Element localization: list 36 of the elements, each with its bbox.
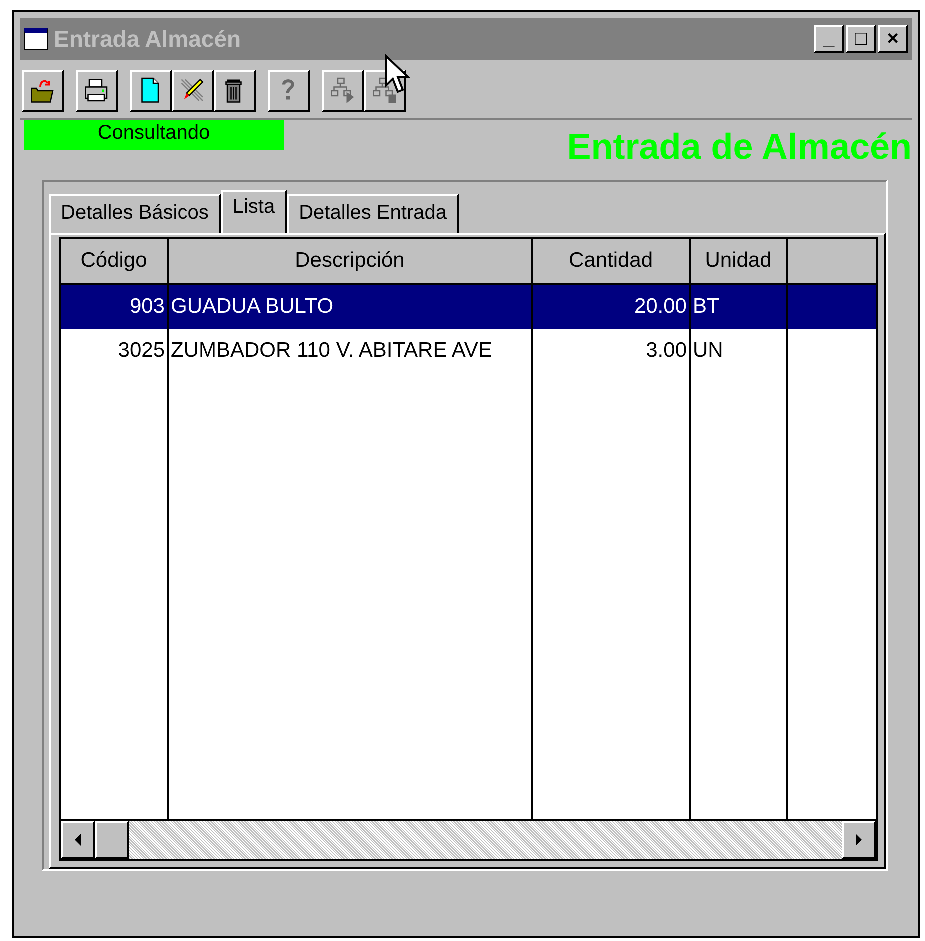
scroll-thumb[interactable] xyxy=(95,821,129,859)
scroll-left-button[interactable] xyxy=(61,821,95,859)
table-cell: 3.00 xyxy=(533,329,691,373)
table-cell: 903 xyxy=(61,285,169,329)
column-header[interactable]: Código xyxy=(61,239,169,285)
table-cell: ZUMBADOR 110 V. ABITARE AVE xyxy=(169,329,533,373)
table-cell: 20.00 xyxy=(533,285,691,329)
toolbar-button[interactable] xyxy=(172,70,214,112)
scroll-right-button[interactable] xyxy=(842,821,876,859)
minimize-button[interactable]: _ xyxy=(814,25,844,53)
table-cell: 3025 xyxy=(61,329,169,373)
toolbar-button[interactable] xyxy=(214,70,256,112)
maximize-button[interactable]: □ xyxy=(846,25,876,53)
close-button[interactable]: × xyxy=(878,25,908,53)
tab[interactable]: Lista xyxy=(220,190,288,233)
table-row[interactable]: 3025 ZUMBADOR 110 V. ABITARE AVE 3.00 UN xyxy=(61,329,876,373)
status-label: Consultando xyxy=(24,120,284,150)
window-icon xyxy=(24,28,48,50)
table-cell: GUADUA BULTO xyxy=(169,285,533,329)
horizontal-scrollbar[interactable] xyxy=(61,819,876,859)
window-title: Entrada Almacén xyxy=(54,26,242,52)
pointer-icon xyxy=(384,54,410,96)
table-row[interactable]: 903 GUADUA BULTO 20.00 BT xyxy=(61,285,876,329)
left-arrow-icon xyxy=(73,833,83,847)
table-cell: UN xyxy=(691,329,788,373)
right-arrow-icon xyxy=(854,833,864,847)
column-header[interactable]: Cantidad xyxy=(533,239,691,285)
form-heading: Entrada de Almacén xyxy=(567,126,912,168)
toolbar-button[interactable] xyxy=(76,70,118,112)
table-cell: BT xyxy=(691,285,788,329)
column-header[interactable]: Descripción xyxy=(169,239,533,285)
toolbar-button[interactable] xyxy=(22,70,64,112)
column-header[interactable]: Unidad xyxy=(691,239,788,285)
tab[interactable]: Detalles Básicos xyxy=(49,194,221,233)
toolbar-button[interactable] xyxy=(130,70,172,112)
tab[interactable]: Detalles Entrada xyxy=(287,194,459,233)
